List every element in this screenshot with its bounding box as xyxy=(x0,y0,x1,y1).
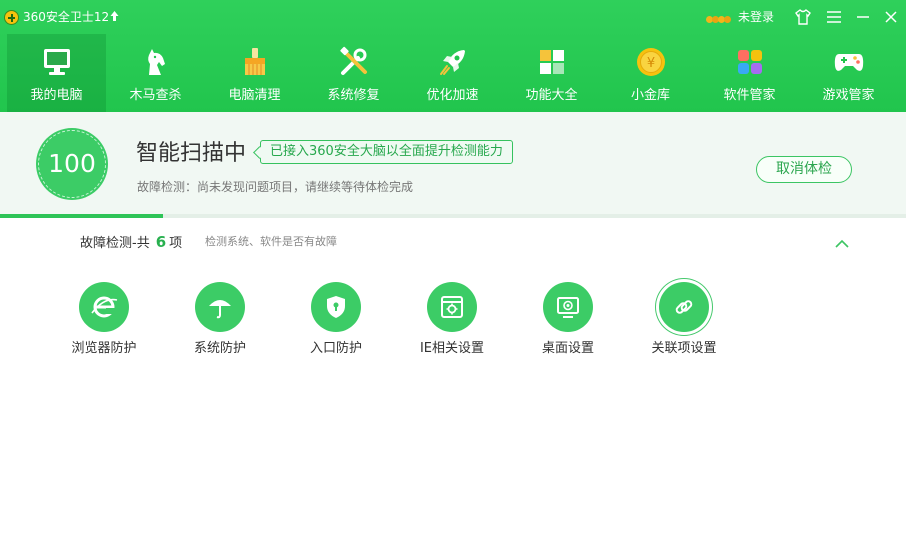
close-icon[interactable] xyxy=(882,8,900,26)
nav-optimize[interactable]: 优化加速 xyxy=(403,34,502,112)
nav-label: 优化加速 xyxy=(426,88,479,103)
scan-progress-fill xyxy=(0,214,164,218)
gold-coin-icon: ¥ xyxy=(637,48,665,76)
item-label: IE相关设置 xyxy=(419,341,485,356)
section-title: 故障检测-共 6 项 xyxy=(80,232,182,254)
nav-all-features[interactable]: 功能大全 xyxy=(502,34,601,112)
computer-icon xyxy=(44,49,70,75)
nav-label: 游戏管家 xyxy=(822,88,875,103)
section-item-count: 6 xyxy=(155,233,167,251)
app-window: 360安全卫士12 未登录 我的电脑 木马查杀 电脑清理 系统修复 优化加速 功… xyxy=(0,0,906,533)
section-title-prefix: 故障检测-共 xyxy=(80,236,150,251)
item-icon-circle xyxy=(659,282,709,332)
umbrella-icon xyxy=(209,300,231,319)
skin-shirt-icon[interactable] xyxy=(794,8,812,26)
menu-icon[interactable] xyxy=(825,8,843,26)
item-icon-circle xyxy=(79,282,129,332)
app-title: 360安全卫士12 xyxy=(23,10,110,24)
ai-brain-badge: 已接入360安全大脑以全面提升检测能力 xyxy=(260,140,513,164)
item-icon-circle xyxy=(543,282,593,332)
nav-my-computer[interactable]: 我的电脑 xyxy=(7,34,106,112)
item-label: 入口防护 xyxy=(309,341,362,356)
nav-game-manager[interactable]: 游戏管家 xyxy=(799,34,898,112)
item-label: 系统防护 xyxy=(193,341,246,356)
main-nav: 我的电脑 木马查杀 电脑清理 系统修复 优化加速 功能大全 ¥ 小金库 软件管家… xyxy=(0,34,906,112)
svg-text:¥: ¥ xyxy=(647,56,655,71)
shield-lock-icon xyxy=(327,296,345,318)
check-item-ie-settings[interactable]: IE相关设置 xyxy=(400,282,504,362)
up-arrow-icon[interactable] xyxy=(110,10,119,27)
nav-label: 电脑清理 xyxy=(228,88,281,103)
header: 360安全卫士12 未登录 我的电脑 木马查杀 电脑清理 系统修复 优化加速 功… xyxy=(0,0,906,112)
nav-cleanup[interactable]: 电脑清理 xyxy=(205,34,304,112)
item-label: 桌面设置 xyxy=(541,341,594,356)
nav-vault[interactable]: ¥ 小金库 xyxy=(601,34,700,112)
horse-icon xyxy=(148,49,165,75)
score-circle: 100 xyxy=(38,130,106,198)
nav-label: 木马查杀 xyxy=(129,88,182,103)
desktop-icon xyxy=(557,297,579,318)
nav-label: 我的电脑 xyxy=(30,88,83,103)
ie-browser-icon xyxy=(91,296,118,318)
section-subtitle: 检测系统、软件是否有故障 xyxy=(205,235,337,248)
nav-label: 小金库 xyxy=(630,88,670,103)
nav-label: 功能大全 xyxy=(525,88,578,103)
app-logo-icon xyxy=(4,10,19,25)
item-icon-circle xyxy=(195,282,245,332)
check-item-entry-protection[interactable]: 入口防护 xyxy=(284,282,388,362)
title-bar[interactable]: 360安全卫士12 未登录 xyxy=(0,0,906,34)
nav-software-manager[interactable]: 软件管家 xyxy=(700,34,799,112)
item-icon-circle xyxy=(311,282,361,332)
scan-status-text: 故障检测：尚未发现问题项目，请继续等待体检完成 xyxy=(137,180,414,194)
broom-icon xyxy=(245,48,265,75)
scan-title: 智能扫描中 xyxy=(136,141,247,166)
check-item-browser-protection[interactable]: 浏览器防护 xyxy=(52,282,156,362)
minimize-icon[interactable] xyxy=(854,8,872,26)
nav-system-repair[interactable]: 系统修复 xyxy=(304,34,403,112)
item-label: 关联项设置 xyxy=(651,341,717,356)
ie-settings-icon xyxy=(441,296,463,318)
item-label: 浏览器防护 xyxy=(71,341,137,356)
link-icon xyxy=(675,300,693,314)
check-item-system-protection[interactable]: 系统防护 xyxy=(168,282,272,362)
software-icon xyxy=(738,50,762,74)
gamepad-icon xyxy=(834,54,864,71)
nav-label: 软件管家 xyxy=(723,88,776,103)
login-link[interactable]: 未登录 xyxy=(738,10,774,25)
section-title-suffix: 项 xyxy=(169,236,183,251)
cancel-scan-button[interactable]: 取消体检 xyxy=(756,156,852,183)
scan-progress-bar xyxy=(0,214,906,218)
score-value: 100 xyxy=(48,149,96,178)
item-icon-circle xyxy=(427,282,477,332)
rocket-icon xyxy=(440,50,465,75)
grid-apps-icon xyxy=(540,50,564,74)
repair-tools-icon xyxy=(340,46,367,75)
scan-banner: 100 智能扫描中 已接入360安全大脑以全面提升检测能力 故障检测：尚未发现问… xyxy=(0,112,906,218)
check-item-association-settings[interactable]: 关联项设置 xyxy=(632,282,736,362)
login-avatar-icon[interactable] xyxy=(706,12,732,24)
check-item-desktop-settings[interactable]: 桌面设置 xyxy=(516,282,620,362)
collapse-chevron-up-icon[interactable] xyxy=(833,236,851,250)
nav-trojan-scan[interactable]: 木马查杀 xyxy=(106,34,205,112)
nav-label: 系统修复 xyxy=(327,88,380,103)
